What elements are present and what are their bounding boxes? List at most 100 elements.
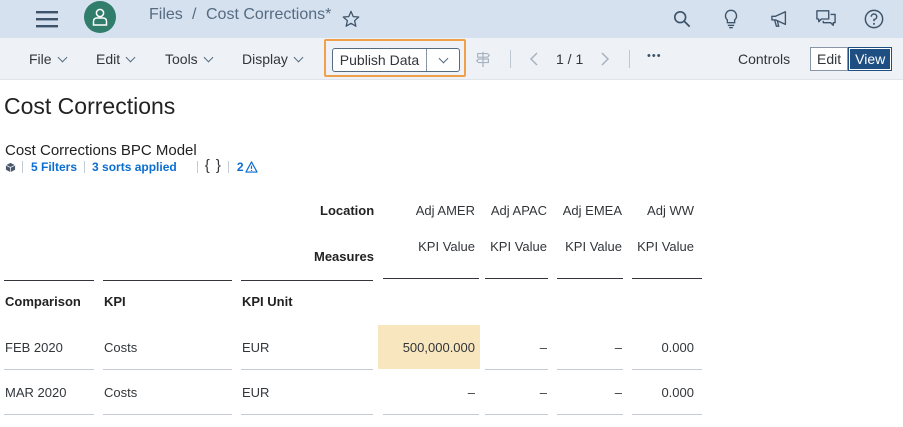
row-divider <box>4 369 94 370</box>
column-header-measure[interactable]: KPI Value <box>557 239 622 254</box>
publish-options-dropdown[interactable] <box>427 49 459 71</box>
help-icon[interactable] <box>859 4 889 34</box>
data-cell[interactable]: – <box>557 385 622 400</box>
display-menu-label: Display <box>242 51 288 67</box>
row-unit-cell[interactable]: EUR <box>242 340 269 355</box>
file-menu-label: File <box>29 51 52 67</box>
location-dimension-label: Location <box>320 203 375 218</box>
column-header-measure[interactable]: KPI Value <box>384 239 475 254</box>
hamburger-menu-icon[interactable] <box>32 4 62 34</box>
display-menu[interactable]: Display <box>242 51 304 67</box>
lightbulb-icon[interactable] <box>716 4 746 34</box>
data-cell[interactable]: – <box>384 385 475 400</box>
row-divider <box>103 414 232 415</box>
row-divider <box>103 369 232 370</box>
row-divider <box>4 414 94 415</box>
header-underline <box>103 280 232 281</box>
info-divider <box>196 161 198 173</box>
publish-data-focus-ring: Publish Data <box>324 39 466 77</box>
column-header-location[interactable]: Adj EMEA <box>557 203 622 218</box>
chevron-down-icon <box>438 53 448 63</box>
edit-mode-button[interactable]: Edit <box>810 47 849 71</box>
header-underline <box>241 280 373 281</box>
breadcrumb-separator: / <box>192 6 197 23</box>
widget-info-bar: 5 Filters 3 sorts applied { } 2 <box>5 157 258 174</box>
sorts-link[interactable]: 3 sorts applied <box>92 160 177 174</box>
toolbar-divider <box>510 50 511 68</box>
user-avatar[interactable] <box>84 1 116 33</box>
row-header-comparison[interactable]: Comparison <box>5 294 81 309</box>
column-header-measure[interactable]: KPI Value <box>632 239 694 254</box>
row-header-kpi-unit[interactable]: KPI Unit <box>242 294 293 309</box>
edit-menu-label: Edit <box>96 51 121 67</box>
data-cell[interactable]: – <box>485 340 547 355</box>
tools-menu[interactable]: Tools <box>165 51 214 67</box>
toolbar-divider <box>629 50 630 68</box>
edit-view-toggle: Edit View <box>810 47 893 71</box>
row-unit-cell[interactable]: EUR <box>242 385 269 400</box>
data-cell[interactable]: 0.000 <box>632 340 694 355</box>
warning-icon[interactable] <box>244 161 258 173</box>
chevron-down-icon <box>125 52 136 62</box>
data-cell[interactable]: 0.000 <box>632 385 694 400</box>
column-header-location[interactable]: Adj APAC <box>485 203 547 218</box>
row-divider <box>632 369 702 370</box>
tools-menu-label: Tools <box>165 51 198 67</box>
breadcrumb-document: Cost Corrections* <box>206 6 332 23</box>
row-kpi-cell[interactable]: Costs <box>104 385 137 400</box>
row-comparison-cell[interactable]: MAR 2020 <box>5 385 66 400</box>
row-divider <box>557 369 623 370</box>
row-divider <box>383 414 479 415</box>
measures-dimension-label: Measures <box>314 249 374 264</box>
header-underline <box>383 278 479 279</box>
info-divider <box>84 161 86 173</box>
column-header-location[interactable]: Adj AMER <box>384 203 475 218</box>
controls-button[interactable]: Controls <box>738 51 790 67</box>
row-divider <box>241 369 373 370</box>
header-underline <box>4 280 94 281</box>
chevron-down-icon <box>57 52 68 62</box>
chevron-down-icon <box>293 52 304 62</box>
row-divider <box>632 414 702 415</box>
warning-count[interactable]: 2 <box>237 160 244 174</box>
publish-data-button[interactable]: Publish Data <box>333 49 427 71</box>
column-header-location[interactable]: Adj WW <box>632 203 694 218</box>
previous-page-icon[interactable] <box>529 52 539 71</box>
column-header-measure[interactable]: KPI Value <box>485 239 547 254</box>
person-icon <box>92 8 108 26</box>
view-mode-button[interactable]: View <box>848 47 893 71</box>
row-kpi-cell[interactable]: Costs <box>104 340 137 355</box>
model-cube-icon <box>5 162 16 173</box>
header-underline <box>485 278 548 279</box>
chat-icon[interactable] <box>811 4 841 34</box>
row-comparison-cell[interactable]: FEB 2020 <box>5 340 63 355</box>
data-cell[interactable]: 500,000.000 <box>384 340 475 355</box>
publish-data-split-button[interactable]: Publish Data <box>332 48 460 72</box>
formula-braces-icon[interactable]: { } <box>205 157 222 174</box>
filters-link[interactable]: 5 Filters <box>31 160 77 174</box>
row-header-kpi[interactable]: KPI <box>104 294 126 309</box>
header-underline <box>632 278 702 279</box>
next-page-icon[interactable] <box>600 52 610 71</box>
row-divider <box>241 414 373 415</box>
data-cell[interactable]: – <box>557 340 622 355</box>
page-title: Cost Corrections <box>4 93 176 119</box>
row-divider <box>485 414 548 415</box>
search-icon[interactable] <box>667 4 697 34</box>
info-divider <box>227 161 229 173</box>
breadcrumb-files[interactable]: Files <box>149 6 183 24</box>
more-options-icon[interactable]: ••• <box>647 50 662 62</box>
widget-title: Cost Corrections BPC Model <box>5 142 197 159</box>
signpost-icon[interactable] <box>474 50 492 73</box>
edit-menu[interactable]: Edit <box>96 51 136 67</box>
page-indicator: 1 / 1 <box>556 51 584 67</box>
megaphone-icon[interactable] <box>765 4 795 34</box>
favorite-star-icon[interactable] <box>336 4 366 34</box>
shell-bar: Files / Cost Corrections* <box>0 0 903 38</box>
toolbar: File Edit Tools Display Publish Data 1 /… <box>0 38 903 80</box>
chevron-down-icon <box>203 52 214 62</box>
file-menu[interactable]: File <box>29 51 68 67</box>
row-divider <box>485 369 548 370</box>
row-divider <box>557 414 623 415</box>
data-cell[interactable]: – <box>485 385 547 400</box>
